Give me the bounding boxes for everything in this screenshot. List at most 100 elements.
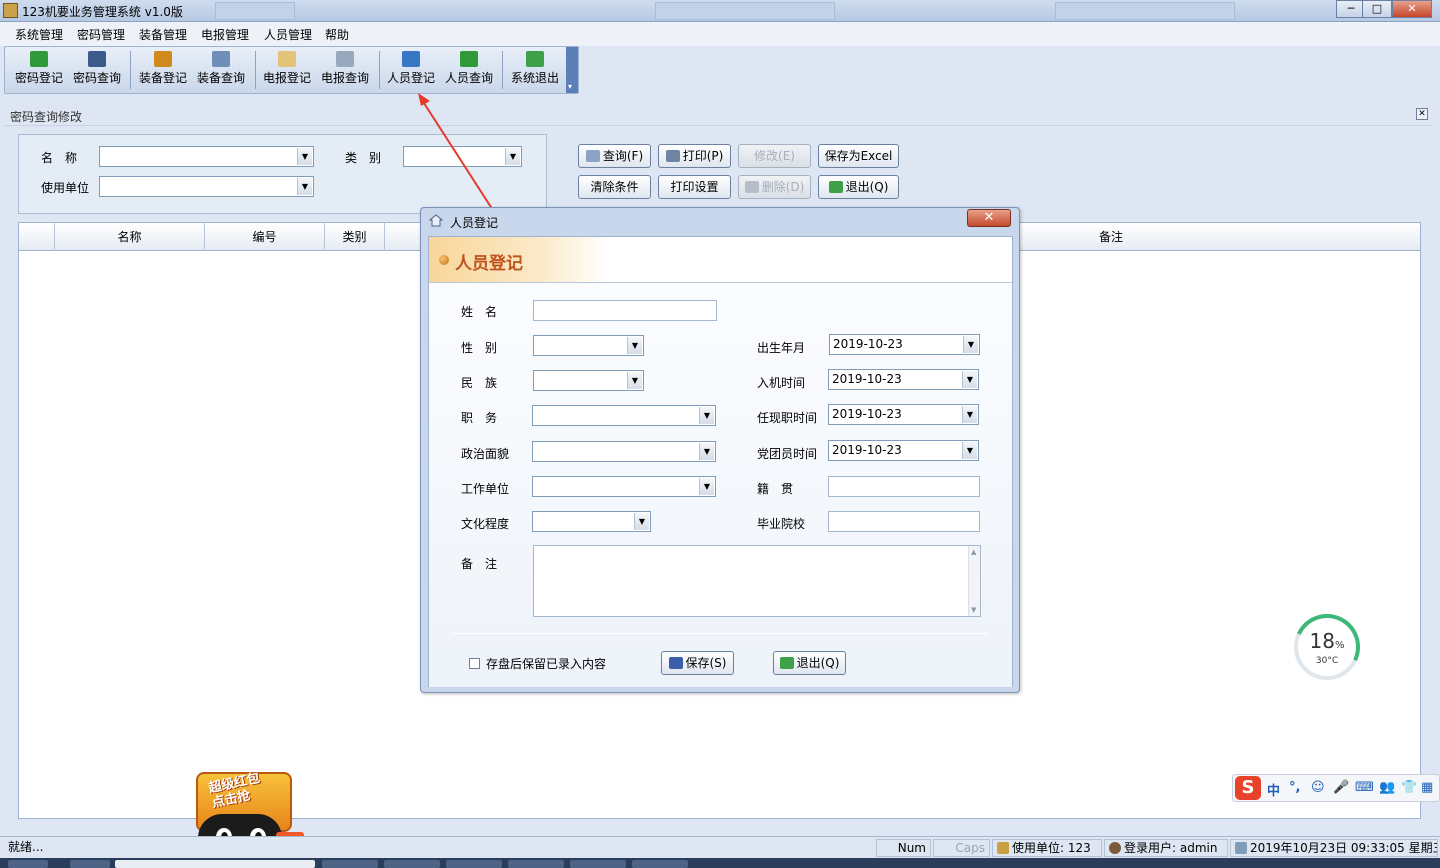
chevron-down-icon: ▼ [634, 513, 649, 530]
toolbar-equipment-register[interactable]: 装备登记 [135, 49, 191, 91]
toolbar-telegram-register[interactable]: 电报登记 [259, 49, 315, 91]
col-category[interactable]: 类别 [325, 223, 385, 251]
keep-after-save-checkbox[interactable] [469, 658, 480, 669]
panel-close-icon[interactable]: ✕ [1416, 108, 1428, 120]
current-post-time-picker[interactable]: 2019-10-23 ▼ [828, 404, 979, 425]
chevron-down-icon: ▼ [963, 336, 978, 353]
party-time-picker[interactable]: 2019-10-23 ▼ [828, 440, 979, 461]
save-button[interactable]: 保存(S) [661, 651, 734, 675]
col-number[interactable]: 编号 [205, 223, 325, 251]
current-post-time-value: 2019-10-23 [832, 407, 902, 421]
unit-combo[interactable]: ▼ [99, 176, 314, 197]
user-icon [1109, 842, 1121, 854]
toolbar-overflow-grip[interactable]: ▾ [566, 47, 578, 93]
book-green-icon [30, 51, 48, 67]
toolbar-label: 人员登记 [386, 71, 435, 85]
ethnicity-select[interactable]: ▼ [533, 370, 644, 391]
toolbar-label: 电报登记 [262, 71, 311, 85]
ime-punctuation-icon[interactable]: °, [1289, 780, 1300, 795]
menu-equipment[interactable]: 装备管理 [139, 26, 187, 43]
toolbar-label: 密码查询 [72, 71, 121, 85]
chevron-down-icon: ▼ [297, 148, 312, 165]
toolbar-label: 密码登记 [14, 71, 63, 85]
menu-personnel[interactable]: 人员管理 [264, 26, 312, 43]
toolbar-telegram-query[interactable]: 电报查询 [317, 49, 373, 91]
chevron-down-icon: ▼ [962, 371, 977, 388]
gender-select[interactable]: ▼ [533, 335, 644, 356]
modify-button-label: 修改(E) [754, 149, 795, 163]
gauge-unit: % [1334, 640, 1345, 651]
print-settings-button[interactable]: 打印设置 [658, 175, 731, 199]
name-input[interactable] [533, 300, 717, 321]
dialog-exit-button[interactable]: 退出(Q) [773, 651, 846, 675]
status-ready: 就绪... [8, 840, 44, 854]
ime-toolbar[interactable]: S 中 °, ☺ 🎤 ⌨ 👥 👕 ▦ [1232, 774, 1440, 802]
export-excel-button[interactable]: 保存为Excel [818, 144, 899, 168]
work-unit-select[interactable]: ▼ [532, 476, 716, 497]
query-button[interactable]: 查询(F) [578, 144, 651, 168]
exit-person-icon [828, 181, 843, 193]
ime-voice-icon[interactable]: 🎤 [1333, 780, 1349, 795]
status-bar: 就绪... Num Caps 使用单位: 123 登录用户: admin 201… [0, 836, 1440, 858]
label-position: 职 务 [461, 411, 498, 425]
status-num: Num [876, 839, 931, 857]
chevron-down-icon: ▼ [297, 178, 312, 195]
print-button-label: 打印(P) [682, 149, 724, 163]
toolbar-personnel-register[interactable]: 人员登记 [383, 49, 439, 91]
chevron-down-icon: ▼ [627, 372, 642, 389]
ime-users-icon[interactable]: 👥 [1379, 780, 1395, 795]
toolbar-password-query[interactable]: 密码查询 [69, 49, 125, 91]
print-button[interactable]: 打印(P) [658, 144, 731, 168]
maximize-button[interactable]: □ [1362, 0, 1392, 18]
col-name[interactable]: 名称 [55, 223, 205, 251]
col-remarks[interactable]: 备注 [1021, 223, 1201, 251]
name-combo[interactable]: ▼ [99, 146, 314, 167]
scroll-up-icon[interactable]: ▲ [971, 548, 976, 556]
school-input[interactable] [828, 511, 980, 532]
label-party-time: 党团员时间 [757, 447, 818, 461]
ime-skin-icon[interactable]: 👕 [1401, 780, 1417, 795]
menu-help[interactable]: 帮助 [325, 26, 349, 43]
exit-button[interactable]: 退出(Q) [818, 175, 899, 199]
gauge-temperature: 30°C [1315, 656, 1339, 666]
dialog-body: 人员登记 姓 名 性 别 ▼ 民 族 ▼ 职 务 ▼ 政治面貌 ▼ 工作单位 ▼… [428, 236, 1013, 687]
join-time-picker[interactable]: 2019-10-23 ▼ [828, 369, 979, 390]
delete-button[interactable]: 删除(D) [738, 175, 811, 199]
modify-button[interactable]: 修改(E) [738, 144, 811, 168]
status-caps: Caps [933, 839, 990, 857]
menu-telegram[interactable]: 电报管理 [201, 26, 249, 43]
chevron-down-icon: ▾ [568, 82, 573, 91]
performance-gauge-widget[interactable]: 18% 30°C [1284, 604, 1370, 690]
toolbar-separator [130, 51, 131, 89]
remarks-scrollbar[interactable]: ▲ ▼ [968, 546, 980, 616]
panel-header: 密码查询修改 ✕ [4, 104, 1432, 126]
toolbar-equipment-query[interactable]: 装备查询 [193, 49, 249, 91]
education-select[interactable]: ▼ [532, 511, 651, 532]
position-select[interactable]: ▼ [532, 405, 716, 426]
birth-date-picker[interactable]: 2019-10-23 ▼ [829, 334, 980, 355]
category-combo[interactable]: ▼ [403, 146, 522, 167]
menu-password[interactable]: 密码管理 [77, 26, 125, 43]
close-window-button[interactable]: ✕ [1392, 0, 1432, 18]
toolbar-system-exit[interactable]: 系统退出 [507, 49, 563, 91]
menu-system[interactable]: 系统管理 [15, 26, 63, 43]
scroll-down-icon[interactable]: ▼ [971, 606, 976, 614]
sogou-logo-icon[interactable]: S [1235, 776, 1261, 800]
toolbar-password-register[interactable]: 密码登记 [11, 49, 67, 91]
dialog-close-button[interactable]: ✕ [967, 209, 1011, 227]
home-icon [997, 842, 1009, 854]
ime-emoji-icon[interactable]: ☺ [1311, 780, 1325, 795]
personnel-register-dialog: 人员登记 ✕ 人员登记 姓 名 性 别 ▼ 民 族 ▼ 职 务 ▼ 政治面貌 ▼… [420, 207, 1020, 693]
ime-menu-icon[interactable]: ▦ [1421, 780, 1433, 795]
political-status-select[interactable]: ▼ [532, 441, 716, 462]
chevron-down-icon: ▼ [627, 337, 642, 354]
remarks-textarea[interactable]: ▲ ▼ [533, 545, 981, 617]
toolbar-personnel-query[interactable]: 人员查询 [441, 49, 497, 91]
ime-chinese-mode[interactable]: 中 [1267, 780, 1280, 799]
clear-conditions-button[interactable]: 清除条件 [578, 175, 651, 199]
main-toolbar: 密码登记 密码查询 装备登记 装备查询 电报登记 电报查询 人员登记 人员查询 … [4, 46, 579, 94]
delete-button-label: 删除(D) [761, 180, 805, 194]
native-place-input[interactable] [828, 476, 980, 497]
toolbar-label: 电报查询 [320, 71, 369, 85]
ime-keyboard-icon[interactable]: ⌨ [1355, 780, 1374, 795]
